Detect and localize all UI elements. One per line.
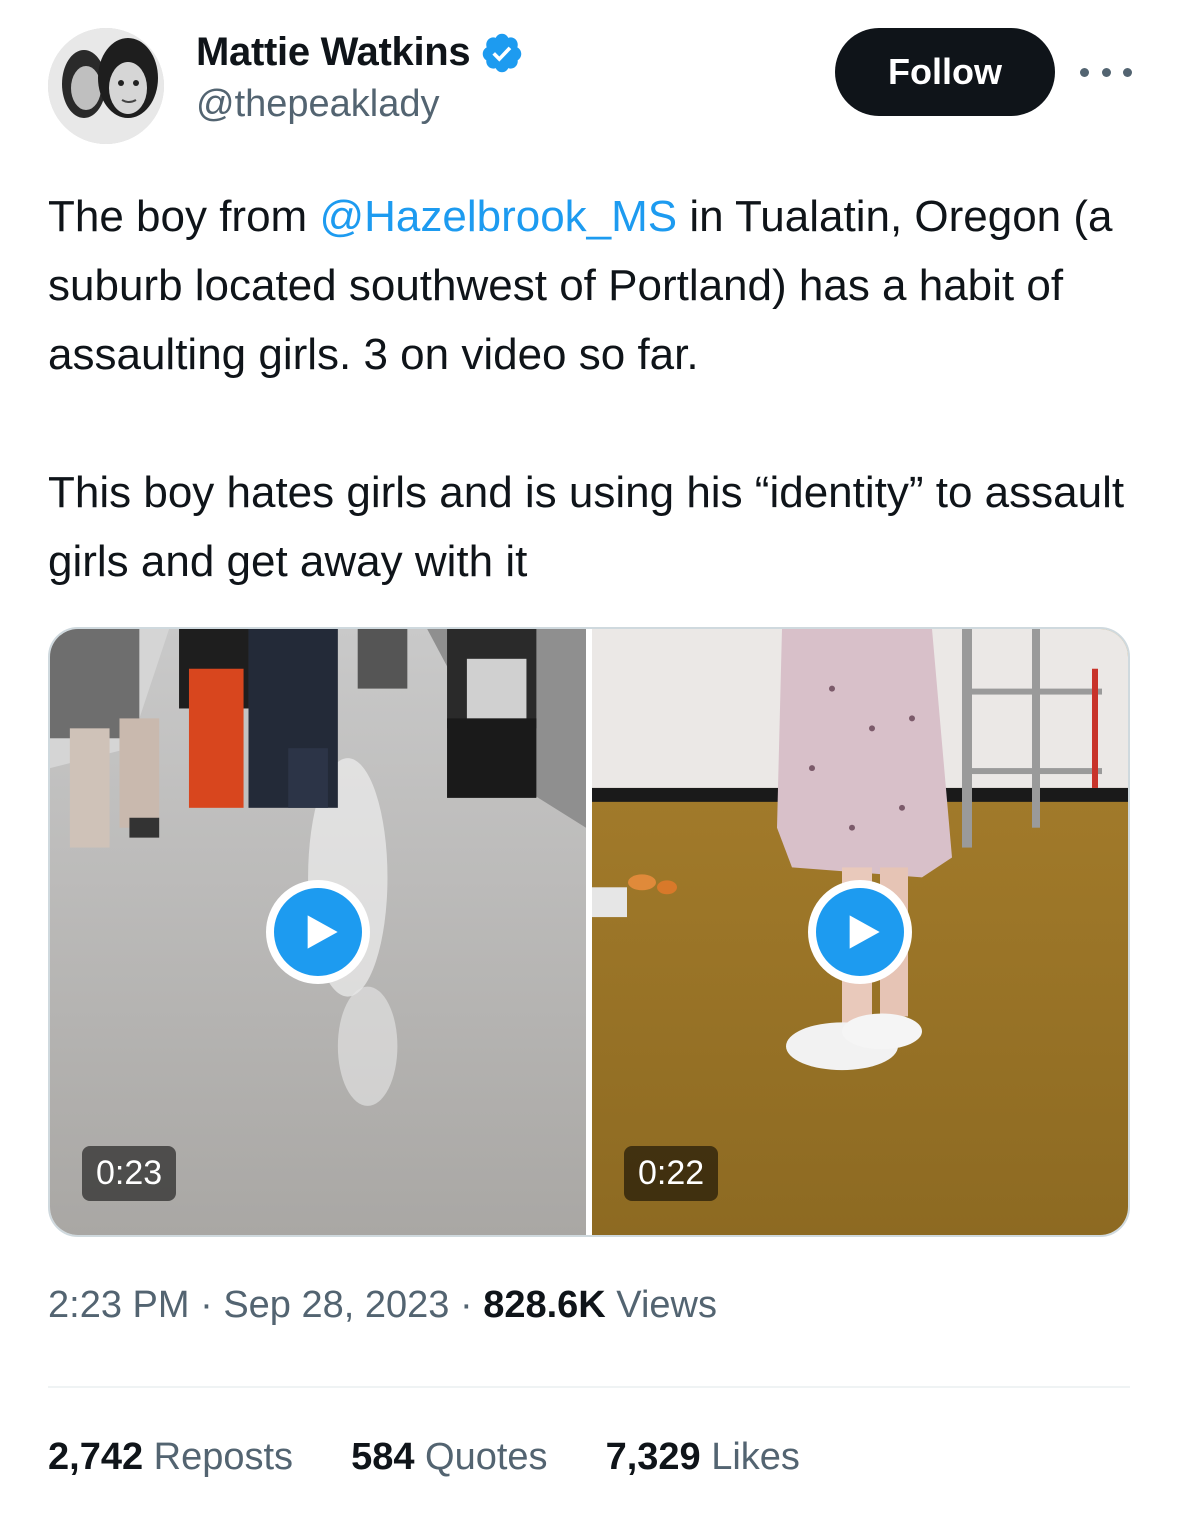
play-icon: [307, 915, 338, 949]
video-duration: 0:22: [624, 1146, 719, 1201]
ellipsis-icon[interactable]: [1080, 52, 1132, 92]
reposts-count: 2,742: [48, 1436, 144, 1478]
tweet-text-before: The boy from: [48, 192, 320, 241]
author-handle[interactable]: @thepeaklady: [196, 83, 524, 126]
meta-separator: ·: [200, 1284, 213, 1326]
play-button[interactable]: [266, 880, 370, 984]
follow-button[interactable]: Follow: [835, 28, 1055, 116]
views-count: 828.6K: [483, 1284, 606, 1326]
video-duration: 0:23: [82, 1146, 177, 1201]
tweet-paragraph-2: This boy hates girls and is using his “i…: [48, 468, 1125, 586]
tweet-date[interactable]: Sep 28, 2023: [223, 1284, 449, 1326]
engagement-stats: 2,742 Reposts 584 Quotes 7,329 Likes: [48, 1436, 800, 1479]
dot: [1080, 67, 1089, 77]
divider: [48, 1386, 1130, 1388]
play-button[interactable]: [808, 880, 912, 984]
reposts-label: Reposts: [153, 1436, 294, 1478]
likes-stat[interactable]: 7,329 Likes: [606, 1436, 800, 1479]
tweet-meta: 2:23 PM · Sep 28, 2023 · 828.6K Views: [48, 1284, 717, 1327]
author-block: Mattie Watkins @thepeaklady: [196, 30, 524, 126]
views-label: Views: [616, 1284, 717, 1326]
tweet-text: The boy from @Hazelbrook_MS in Tualatin,…: [48, 182, 1138, 596]
dot: [1101, 67, 1111, 77]
quotes-stat[interactable]: 584 Quotes: [351, 1436, 548, 1479]
mention-link[interactable]: @Hazelbrook_MS: [319, 192, 677, 241]
reposts-stat[interactable]: 2,742 Reposts: [48, 1436, 293, 1479]
meta-separator: ·: [459, 1284, 473, 1326]
likes-label: Likes: [711, 1436, 800, 1478]
quotes-count: 584: [351, 1436, 415, 1478]
quotes-label: Quotes: [425, 1436, 548, 1478]
video-1[interactable]: 0:23: [50, 629, 586, 1235]
tweet-paragraph-1: The boy from @Hazelbrook_MS in Tualatin,…: [48, 182, 1138, 389]
display-name[interactable]: Mattie Watkins: [196, 30, 471, 75]
verified-badge-icon[interactable]: [480, 31, 524, 75]
media-grid: 0:23 0:22: [48, 627, 1130, 1237]
display-name-row: Mattie Watkins: [196, 30, 524, 75]
dot: [1123, 67, 1132, 77]
play-icon: [849, 915, 880, 949]
likes-count: 7,329: [605, 1436, 701, 1478]
tweet-time[interactable]: 2:23 PM: [48, 1284, 190, 1326]
avatar[interactable]: [48, 28, 164, 144]
video-2[interactable]: 0:22: [592, 629, 1128, 1235]
